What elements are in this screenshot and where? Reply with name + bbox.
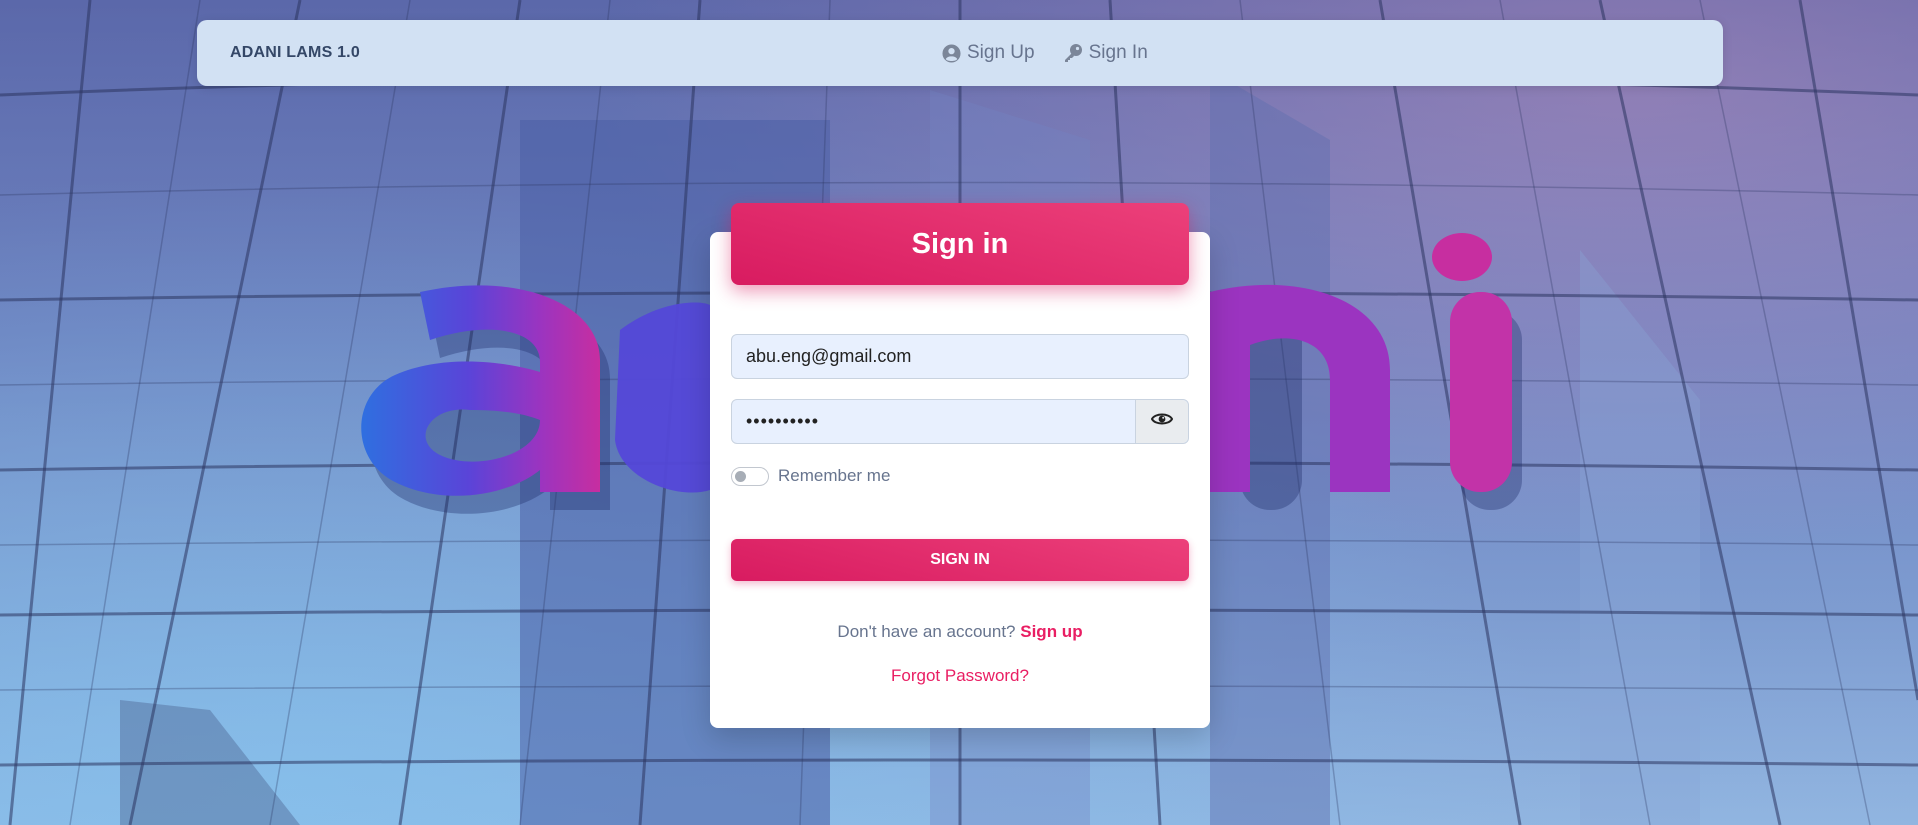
email-input[interactable] [732, 335, 1188, 378]
show-password-button[interactable] [1135, 400, 1188, 443]
user-circle-icon [942, 43, 961, 63]
no-account-text: Don't have an account? [837, 622, 1016, 641]
remember-me-toggle[interactable] [731, 466, 769, 486]
remember-me-label[interactable]: Remember me [778, 466, 890, 486]
remember-me-row: Remember me [731, 466, 890, 486]
eye-icon [1150, 411, 1174, 432]
top-navbar: ADANI LAMS 1.0 Sign Up Sign In [197, 20, 1723, 86]
brand-name[interactable]: ADANI LAMS 1.0 [230, 20, 360, 86]
nav-signup-link[interactable]: Sign Up [942, 42, 1035, 64]
nav-signin-label: Sign In [1088, 42, 1148, 63]
password-field[interactable] [731, 399, 1189, 444]
email-field[interactable] [731, 334, 1189, 379]
nav-signup-label: Sign Up [967, 42, 1035, 63]
nav-signin-link[interactable]: Sign In [1063, 42, 1148, 64]
key-icon [1063, 43, 1083, 63]
signin-card-header: Sign in [731, 203, 1189, 285]
nav-links: Sign Up Sign In [942, 20, 1148, 86]
signup-prompt: Don't have an account? Sign up [710, 622, 1210, 642]
signin-title: Sign in [911, 227, 1009, 260]
signin-submit-button[interactable]: SIGN IN [731, 539, 1189, 581]
forgot-password-link[interactable]: Forgot Password? [710, 666, 1210, 686]
toggle-knob [735, 470, 746, 482]
signup-link[interactable]: Sign up [1020, 622, 1082, 641]
password-input[interactable] [732, 400, 1137, 443]
